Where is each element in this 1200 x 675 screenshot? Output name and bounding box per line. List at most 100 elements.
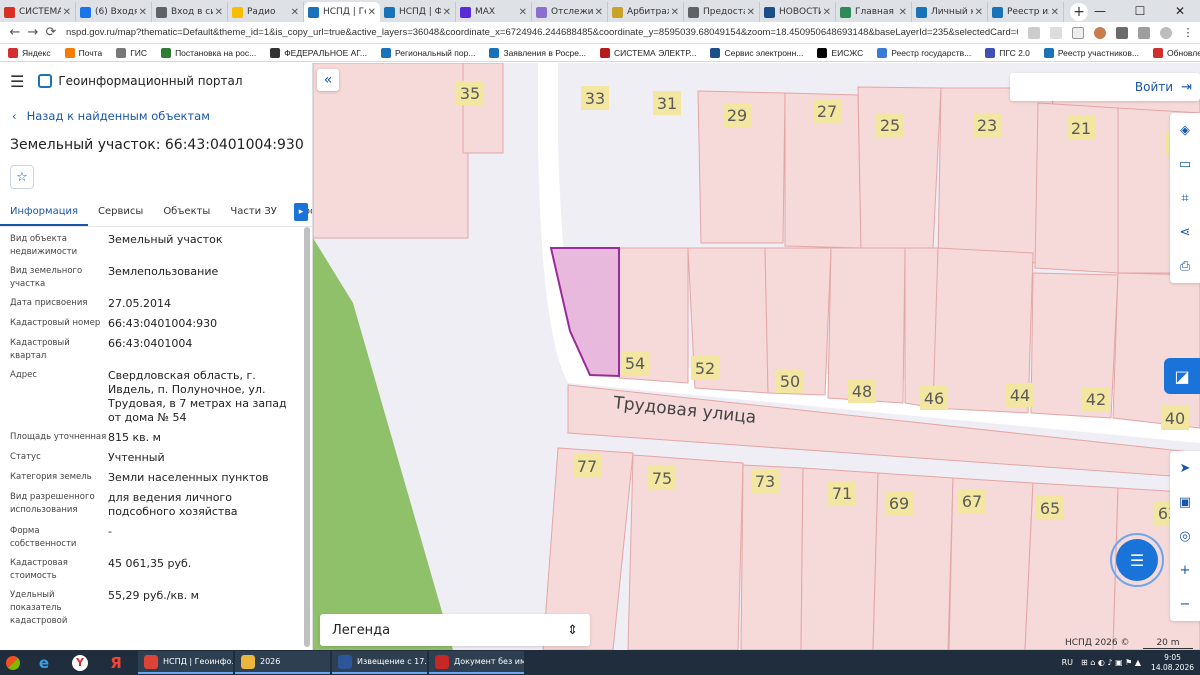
profile-icon[interactable] [1160, 26, 1172, 39]
zoom-in-button[interactable]: + [1170, 553, 1200, 587]
minimize-button[interactable]: — [1080, 0, 1120, 22]
bookmark-item[interactable]: ФЕДЕРАЛЬНОЕ АГ... [270, 47, 367, 58]
browser-tab[interactable]: Личный к ✕ [912, 2, 988, 22]
panel-tab[interactable]: Сервисы [88, 201, 153, 226]
bookmark-item[interactable]: ЕИСЖС [817, 47, 863, 58]
yandex-browser-icon[interactable]: Я [98, 650, 134, 675]
taskbar-item[interactable]: Извещение с 17... [332, 651, 427, 674]
collapse-panel-button[interactable]: « [317, 69, 339, 91]
browser-tab[interactable]: Реестр из ✕ [988, 2, 1064, 22]
scrollbar-thumb[interactable] [304, 227, 310, 647]
bookmark-item[interactable]: Реестр государств... [877, 47, 971, 58]
browser-tab[interactable]: Предоста ✕ [684, 2, 760, 22]
tab-close-icon[interactable]: ✕ [368, 7, 376, 18]
zoom-icon[interactable] [1050, 26, 1062, 39]
extension-icon[interactable] [1094, 26, 1106, 39]
bookmark-item[interactable]: СИСТЕМА ЭЛЕКТР... [600, 47, 696, 58]
tabs-scroll-right-button[interactable]: ▸ [294, 203, 308, 221]
panel-tab[interactable]: Части ЗУ [220, 201, 287, 226]
print-icon[interactable]: ⎙ [1170, 249, 1200, 283]
panel-tab[interactable]: Информация [0, 201, 89, 226]
bookmark-item[interactable]: Реестр участников... [1043, 47, 1139, 58]
tab-close-icon[interactable]: ✕ [291, 7, 299, 18]
language-indicator[interactable]: RU [1062, 658, 1073, 667]
yandex-icon[interactable]: Y [62, 650, 98, 675]
browser-tab[interactable]: Радио ✕ [228, 2, 304, 22]
taskbar-item[interactable]: НСПД | Геоинфо... [138, 651, 233, 674]
menu-kebab-icon[interactable]: ⋮ [1182, 26, 1194, 39]
legend-dropdown[interactable]: Легенда ⇕ [320, 614, 590, 646]
url-field[interactable]: nspd.gov.ru/map?thematic=Default&theme_i… [66, 27, 1018, 38]
bookmark-item[interactable]: Обновление Реест... [1153, 47, 1200, 58]
bookmark-item[interactable]: Сервис электронн... [710, 47, 803, 58]
ruler-icon[interactable]: ▭ [1170, 147, 1200, 181]
locate-icon[interactable]: ➤ [1170, 451, 1200, 485]
clock[interactable]: 9:05 14.08.2026 [1151, 653, 1194, 673]
reload-icon[interactable]: ⟳ [42, 25, 60, 40]
layers-icon[interactable]: ◈ [1170, 113, 1200, 147]
tray-icons[interactable]: ⊞ ⌂ ◐ ♪ ▣ ⚑ ▲ [1081, 658, 1141, 667]
maximize-button[interactable]: ☐ [1120, 0, 1160, 22]
bookmark-item[interactable]: Почта [64, 47, 102, 58]
parcel[interactable] [462, 63, 504, 154]
star-bookmark-icon[interactable] [1072, 26, 1084, 39]
bookmark-item[interactable]: Региональный пор... [380, 47, 475, 58]
tab-close-icon[interactable]: ✕ [899, 7, 907, 18]
tab-close-icon[interactable]: ✕ [139, 7, 147, 18]
back-to-results-link[interactable]: ‹ Назад к найденным объектам [0, 103, 312, 129]
bookmark-item[interactable]: Яндекс [8, 47, 51, 58]
close-window-button[interactable]: ✕ [1160, 0, 1200, 22]
login-button[interactable]: Войти [1135, 80, 1173, 94]
bookmark-item[interactable]: ГИС [116, 47, 147, 58]
browser-tab[interactable]: НОВОСТИ ✕ [760, 2, 836, 22]
hamburger-menu-icon[interactable]: ☰ [10, 72, 24, 91]
tab-close-icon[interactable]: ✕ [595, 7, 603, 18]
browser-tab[interactable]: Арбитраж✕ [608, 2, 684, 22]
taskbar-item[interactable]: 2026 [235, 651, 330, 674]
map-type-button[interactable]: ◪ [1164, 358, 1200, 394]
browser-tab[interactable]: Вход в сис✕ [152, 2, 228, 22]
chat-button[interactable]: ☰ [1110, 533, 1164, 587]
favorite-star-button[interactable]: ☆ [10, 165, 34, 189]
browser-tab[interactable]: (6) Входящ✕ [76, 2, 152, 22]
bookmark-item[interactable]: ПГС 2.0 [985, 47, 1030, 58]
geo-search-icon[interactable]: ◎ [1170, 519, 1200, 553]
panel-scrollbar[interactable] [304, 227, 310, 647]
parcel[interactable] [627, 454, 744, 650]
share-icon[interactable]: ⋖ [1170, 215, 1200, 249]
back-nav-icon[interactable]: ← [6, 25, 24, 40]
tab-close-icon[interactable]: ✕ [1051, 7, 1059, 18]
bookmark-item[interactable]: Постановка на рос... [161, 47, 256, 58]
tab-close-icon[interactable]: ✕ [975, 7, 983, 18]
tab-close-icon[interactable]: ✕ [63, 7, 71, 18]
puzzle-icon[interactable] [1116, 26, 1128, 39]
browser-tab[interactable]: Отслежи ✕ [532, 2, 608, 22]
parcel[interactable] [857, 86, 942, 249]
parcel[interactable] [904, 247, 939, 409]
browser-tab[interactable]: Главная с✕ [836, 2, 912, 22]
tab-close-icon[interactable]: ✕ [519, 7, 527, 18]
tab-close-icon[interactable]: ✕ [671, 7, 679, 18]
taskbar-item[interactable]: Документ без им... [429, 651, 524, 674]
download-icon[interactable] [1138, 26, 1150, 39]
eye-off-icon[interactable] [1028, 26, 1040, 39]
bookmark-item[interactable]: Заявления в Росре... [489, 47, 586, 58]
select-area-icon[interactable]: ⌗ [1170, 181, 1200, 215]
parcel[interactable] [1112, 272, 1200, 429]
tab-close-icon[interactable]: ✕ [747, 7, 755, 18]
map-view[interactable]: Трудовая улица 3533312927252321195452504… [313, 63, 1200, 650]
map-canvas[interactable]: Трудовая улица 3533312927252321195452504… [313, 63, 1200, 650]
panel-tab[interactable]: Объекты [153, 201, 220, 226]
tab-close-icon[interactable]: ✕ [215, 7, 223, 18]
browser-tab[interactable]: НСПД | Ф ✕ [380, 2, 456, 22]
minimap-icon[interactable]: ▣ [1170, 485, 1200, 519]
browser-tab[interactable]: НСПД | Ге ✕ [304, 2, 380, 22]
ie-icon[interactable]: e [26, 650, 62, 675]
start-button[interactable] [0, 650, 26, 675]
browser-tab[interactable]: СИСТЕМА ✕ [0, 2, 76, 22]
tab-close-icon[interactable]: ✕ [823, 7, 831, 18]
browser-tab[interactable]: MAX ✕ [456, 2, 532, 22]
zoom-out-button[interactable]: − [1170, 587, 1200, 621]
forward-nav-icon[interactable]: → [24, 25, 42, 40]
tab-close-icon[interactable]: ✕ [443, 7, 451, 18]
